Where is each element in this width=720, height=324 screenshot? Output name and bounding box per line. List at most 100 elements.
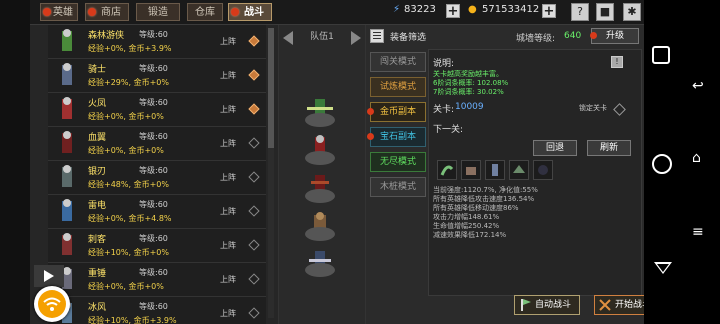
tab-warehouse[interactable]: 仓库: [187, 3, 223, 21]
upgrade-button[interactable]: 升级: [590, 28, 639, 44]
add-energy-button[interactable]: +: [446, 4, 460, 18]
enemy-portrait[interactable]: [485, 160, 505, 180]
deploy-toggle[interactable]: [248, 307, 260, 319]
deploy-toggle[interactable]: [248, 171, 260, 183]
mode-detail: 说明: ! 关卡越高奖励越丰富。 6阶词条概率: 102.08% 7阶词条概率:…: [428, 49, 642, 296]
mode-dummy-button[interactable]: 木桩模式: [370, 177, 426, 197]
team-slot[interactable]: [303, 95, 337, 129]
team-slot[interactable]: [303, 171, 337, 205]
mode-trial-button[interactable]: 试炼模式: [370, 77, 426, 97]
refresh-button[interactable]: 刷新: [587, 140, 631, 156]
home-outline-icon[interactable]: ⌂: [692, 150, 701, 166]
home-icon[interactable]: [652, 154, 672, 174]
tab-label: 锻造: [148, 7, 168, 18]
info-icon[interactable]: !: [611, 56, 623, 68]
hero-row[interactable]: 冰风 等级:60 经验+10%, 金币+3.9% 上阵: [48, 297, 266, 324]
deploy-toggle[interactable]: [248, 239, 260, 251]
hero-name: 雷电: [88, 201, 107, 211]
hero-level: 等级:60: [139, 64, 168, 73]
team-header: 队伍1: [279, 29, 365, 45]
hero-row[interactable]: 骑士 等级:60 经验+29%, 金币+0% 上阵: [48, 59, 266, 93]
floating-wifi-button[interactable]: [34, 286, 70, 322]
hero-row[interactable]: 雷电 等级:60 经验+0%, 金币+4.8% 上阵: [48, 195, 266, 229]
team-slot[interactable]: [303, 133, 337, 167]
deploy-toggle[interactable]: [248, 103, 260, 115]
hero-name: 火凤: [88, 99, 107, 109]
deploy-label: 上阵: [220, 105, 236, 114]
hero-list: 森林游侠 等级:60 经验+0%, 金币+3.9% 上阵 骑士 等级:60 经验+29%, …: [48, 25, 266, 324]
deploy-toggle[interactable]: [248, 35, 260, 47]
notification-dot: [367, 133, 374, 140]
description-label: 说明:: [433, 59, 455, 69]
mode-label: 木桩模式: [379, 182, 416, 192]
enemy-portrait[interactable]: [509, 160, 529, 180]
hero-bonus: 经验+0%, 金币+3.9%: [88, 44, 172, 53]
deploy-toggle[interactable]: [248, 273, 260, 285]
hero-row[interactable]: 重锤 等级:60 经验+0%, 金币+0% 上阵: [48, 263, 266, 297]
tab-heroes[interactable]: 英雄: [40, 3, 78, 21]
energy-icon: ⚡: [393, 4, 401, 15]
team-slot[interactable]: [303, 209, 337, 243]
deploy-toggle[interactable]: [248, 69, 260, 81]
hero-row[interactable]: 银刃 等级:60 经验+48%, 金币+0% 上阵: [48, 161, 266, 195]
scrollbar-thumb[interactable]: [268, 28, 274, 148]
hero-level: 等级:60: [139, 302, 168, 311]
hero-row[interactable]: 森林游侠 等级:60 经验+0%, 金币+3.9% 上阵: [48, 25, 266, 59]
crossed-swords-icon: [599, 299, 611, 311]
hero-portrait-icon: [62, 97, 72, 119]
hero-bonus: 经验+0%, 金币+0%: [88, 146, 164, 155]
stat-line: 当前强度:1120.7%, 净化值:55%: [433, 186, 538, 194]
mode-stage-button[interactable]: 闯关模式: [370, 52, 426, 72]
help-icon[interactable]: ?: [571, 3, 589, 21]
mode-gold-dungeon-button[interactable]: 金币副本: [367, 102, 426, 122]
hero-list-scrollbar[interactable]: [268, 28, 274, 318]
hero-bonus: 经验+29%, 金币+0%: [88, 78, 169, 87]
menu-icon[interactable]: [370, 29, 384, 43]
slot-base: [305, 151, 335, 165]
deploy-toggle[interactable]: [248, 137, 260, 149]
mode-endless-button[interactable]: 无尽模式: [370, 152, 426, 172]
next-team-arrow-icon[interactable]: [351, 31, 361, 45]
hero-name: 银刃: [88, 167, 107, 177]
team-slot[interactable]: [303, 245, 337, 279]
deploy-toggle[interactable]: [248, 205, 260, 217]
hero-row[interactable]: 刺客 等级:60 经验+10%, 金币+0% 上阵: [48, 229, 266, 263]
notification-dot: [88, 8, 96, 16]
notification-dot: [231, 8, 239, 16]
hero-name: 森林游侠: [88, 31, 125, 41]
media-play-button[interactable]: [34, 265, 64, 287]
recent-apps-icon[interactable]: [652, 46, 670, 64]
deploy-label: 上阵: [220, 309, 236, 318]
settings-icon[interactable]: ✱: [623, 3, 641, 21]
add-gold-button[interactable]: +: [542, 4, 556, 18]
enemy-portrait[interactable]: [461, 160, 481, 180]
hero-row[interactable]: 血翼 等级:60 经验+0%, 金币+0% 上阵: [48, 127, 266, 161]
hero-bonus: 经验+10%, 金币+0%: [88, 248, 169, 257]
tab-battle[interactable]: 战斗: [228, 3, 272, 21]
knight-enemy-icon: [492, 164, 498, 176]
mode-label: 金币副本: [379, 107, 416, 117]
gift-icon[interactable]: ■: [596, 3, 614, 21]
auto-battle-button[interactable]: 自动战斗: [514, 295, 580, 315]
enemy-portrait[interactable]: [437, 160, 457, 180]
play-icon: [44, 270, 54, 282]
refresh-label: 刷新: [599, 143, 618, 153]
tab-shop[interactable]: 商店: [85, 3, 129, 21]
deploy-label: 上阵: [220, 207, 236, 216]
hero-bonus: 经验+0%, 金币+4.8%: [88, 214, 172, 223]
menu-lines-icon[interactable]: ≡: [692, 224, 704, 240]
prev-team-arrow-icon[interactable]: [283, 31, 293, 45]
hero-row[interactable]: 火凤 等级:60 经验+0%, 金币+0% 上阵: [48, 93, 266, 127]
back-button[interactable]: 回退: [533, 140, 577, 156]
beast-enemy-icon: [466, 167, 476, 175]
lock-stage-label: 锁定关卡: [579, 104, 607, 112]
tab-forge[interactable]: 锻造: [136, 3, 180, 21]
enemy-portrait[interactable]: [533, 160, 553, 180]
hero-level: 等级:60: [139, 166, 168, 175]
hero-level: 等级:60: [139, 268, 168, 277]
wifi-glyph-icon: [43, 297, 61, 311]
lock-stage-toggle[interactable]: [613, 103, 626, 116]
hero-bonus: 经验+10%, 金币+3.9%: [88, 316, 177, 324]
rotate-icon[interactable]: ↩: [692, 78, 704, 94]
mode-gem-dungeon-button[interactable]: 宝石副本: [367, 127, 426, 147]
